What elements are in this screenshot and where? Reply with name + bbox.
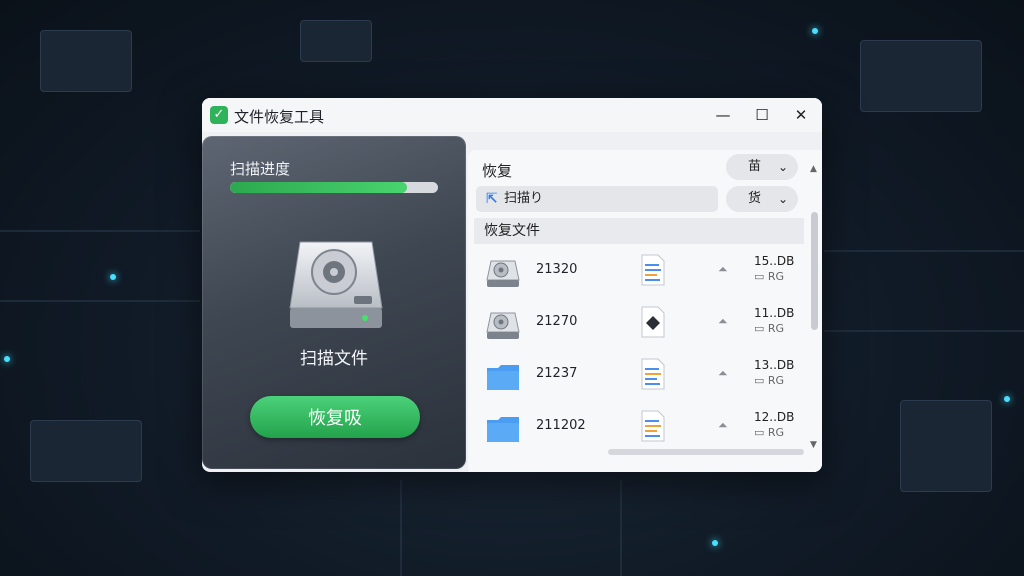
bg-trace	[824, 250, 1024, 252]
window-title: 文件恢复工具	[234, 108, 325, 126]
table-row[interactable]: 21320 ⏶ 15..DB ▭ RG	[474, 246, 804, 298]
folder-icon	[487, 417, 519, 442]
filter-select[interactable]: 苗 ⌄	[726, 154, 798, 180]
bg-trace	[620, 480, 622, 576]
scan-progress-fill	[230, 182, 407, 193]
file-list: 21320 ⏶ 15..DB ▭ RG 21270 ⏶ 11..DB ▭ RG …	[474, 246, 804, 454]
file-tag: ▭ RG	[754, 270, 784, 283]
bg-led	[812, 28, 818, 34]
folder-outline-icon: ▭	[754, 322, 768, 335]
table-row[interactable]: 21237 ⏶ 13..DB ▭ RG	[474, 350, 804, 402]
upload-arrow-icon: ⏶	[718, 418, 728, 432]
scroll-thumb[interactable]	[811, 212, 818, 330]
file-tag-text: RG	[767, 270, 785, 283]
upload-arrow-icon: ⏶	[718, 366, 728, 380]
file-size: 15..DB	[754, 254, 795, 268]
bg-led	[4, 356, 10, 362]
file-panel-title: 恢复	[482, 162, 513, 180]
close-button[interactable]: ✕	[790, 104, 812, 126]
file-tag-text: RG	[767, 426, 785, 439]
scan-path-text: 扫描り	[504, 191, 544, 206]
scroll-down-icon[interactable]: ▼	[810, 440, 817, 450]
bg-trace	[0, 300, 200, 302]
bg-trace	[0, 230, 200, 232]
folder-outline-icon: ▭	[754, 270, 768, 283]
file-tag-text: RG	[767, 322, 785, 335]
type-select[interactable]: 货 ⌄	[726, 186, 798, 212]
document-icon	[641, 254, 665, 286]
chevron-down-icon: ⌄	[777, 160, 788, 174]
file-name: 21270	[536, 314, 578, 329]
filter-select-value: 苗	[748, 159, 762, 174]
scan-panel: 扫描进度 扫描文件 恢复吸	[202, 136, 466, 469]
bg-chip	[860, 40, 982, 112]
document-icon	[641, 410, 665, 442]
folder-outline-icon: ▭	[754, 374, 768, 387]
bg-led	[110, 274, 116, 280]
scan-path-field[interactable]: ⇱ 扫描り	[476, 186, 718, 212]
hard-drive-icon	[486, 312, 520, 339]
scan-file-caption: 扫描文件	[300, 349, 368, 369]
title-bar[interactable]: ✓ 文件恢复工具 — ☐ ✕	[202, 98, 822, 132]
upload-arrow-icon: ⏶	[718, 314, 728, 328]
hard-drive-icon	[289, 241, 383, 328]
bg-chip	[30, 420, 142, 482]
bg-led	[712, 540, 718, 546]
file-name: 211202	[536, 418, 586, 433]
bg-chip	[900, 400, 992, 492]
folder-outline-icon: ▭	[754, 426, 768, 439]
type-select-value: 货	[748, 191, 762, 206]
minimize-button[interactable]: —	[712, 104, 734, 126]
bg-chip	[40, 30, 132, 92]
file-tag: ▭ RG	[754, 322, 784, 335]
file-name: 21320	[536, 262, 578, 277]
chevron-down-icon: ⌄	[777, 192, 788, 206]
horizontal-scrollbar[interactable]	[608, 449, 804, 455]
bg-trace	[400, 480, 402, 576]
upload-arrow-icon: ⏶	[718, 262, 728, 276]
file-tag: ▭ RG	[754, 426, 784, 439]
table-row[interactable]: 211202 ⏶ 12..DB ▭ RG	[474, 402, 804, 454]
recover-button[interactable]: 恢复吸	[250, 396, 420, 438]
file-size: 13..DB	[754, 358, 795, 372]
folder-icon	[487, 365, 519, 390]
maximize-button[interactable]: ☐	[751, 104, 773, 126]
file-size: 11..DB	[754, 306, 795, 320]
file-tag-text: RG	[767, 374, 785, 387]
path-arrow-icon: ⇱	[486, 191, 498, 207]
scroll-up-icon[interactable]: ▲	[810, 164, 817, 174]
bg-chip	[300, 20, 372, 62]
bg-led	[1004, 396, 1010, 402]
file-tag: ▭ RG	[754, 374, 784, 387]
file-size: 12..DB	[754, 410, 795, 424]
hard-drive-icon	[486, 260, 520, 287]
bg-trace	[824, 330, 1024, 332]
file-list-header: 恢复文件	[474, 218, 804, 244]
app-window: ✓ 文件恢复工具 — ☐ ✕ 扫描进度 扫描文件 恢复吸 恢复 苗 ⌄ ⇱ 扫描…	[202, 98, 822, 472]
scan-progress-bar	[230, 182, 438, 193]
scan-progress-label: 扫描进度	[230, 160, 291, 178]
table-row[interactable]: 21270 ⏶ 11..DB ▭ RG	[474, 298, 804, 350]
image-file-icon	[641, 306, 665, 338]
document-icon	[641, 358, 665, 390]
file-panel: 恢复 苗 ⌄ ⇱ 扫描り 货 ⌄ 恢复文件 21320 ⏶ 15..DB ▭ R…	[468, 150, 822, 472]
file-name: 21237	[536, 366, 578, 381]
app-check-icon: ✓	[210, 106, 228, 124]
vertical-scrollbar[interactable]: ▲ ▼	[810, 164, 818, 454]
